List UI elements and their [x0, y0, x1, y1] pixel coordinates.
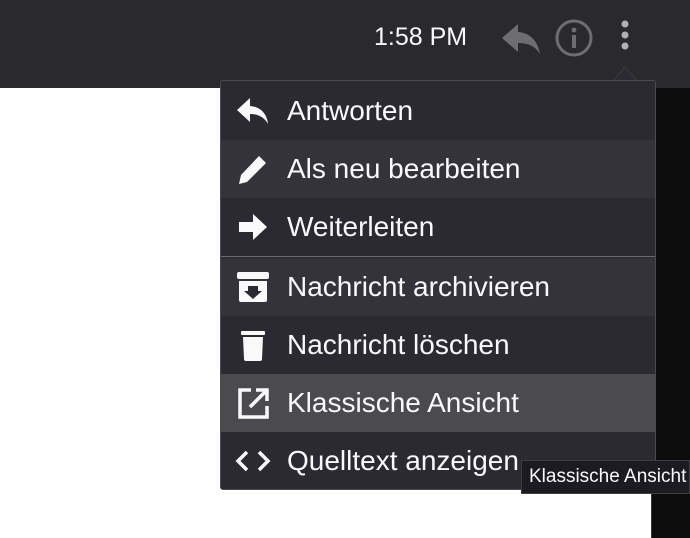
message-time: 1:58 PM — [374, 23, 468, 51]
info-icon[interactable] — [552, 18, 596, 58]
menu-item-label: Antworten — [287, 95, 414, 126]
menu-item-label: Nachricht löschen — [287, 329, 510, 360]
reply-icon[interactable] — [500, 18, 544, 58]
reply-icon — [235, 95, 271, 127]
menu-item-forward[interactable]: Weiterleiten — [221, 198, 655, 256]
menu-item-archive[interactable]: Nachricht archivieren — [221, 258, 655, 316]
menu-item-edit-as-new[interactable]: Als neu bearbeiten — [221, 140, 655, 198]
menu-item-classic-view[interactable]: Klassische Ansicht — [221, 374, 655, 432]
archive-icon — [235, 271, 271, 303]
menu-item-reply[interactable]: Antworten — [221, 82, 655, 140]
open-external-icon — [235, 387, 271, 419]
tooltip: Klassische Ansicht — [521, 460, 690, 494]
menu-item-delete[interactable]: Nachricht löschen — [221, 316, 655, 374]
menu-item-label: Klassische Ansicht — [287, 387, 519, 418]
menu-separator — [221, 256, 655, 257]
more-vertical-icon[interactable] — [612, 18, 638, 58]
code-icon — [235, 445, 271, 477]
menu-item-label: Quelltext anzeigen — [287, 445, 519, 476]
pencil-icon — [235, 153, 271, 185]
menu-item-label: Als neu bearbeiten — [287, 153, 521, 184]
message-actions-menu: Antworten Als neu bearbeiten Weiterleite… — [220, 80, 656, 490]
trash-icon — [235, 329, 271, 361]
menu-item-label: Weiterleiten — [287, 211, 435, 242]
forward-arrow-icon — [235, 211, 271, 243]
message-header-bar: 1:58 PM — [0, 0, 690, 88]
menu-item-label: Nachricht archivieren — [287, 271, 550, 302]
